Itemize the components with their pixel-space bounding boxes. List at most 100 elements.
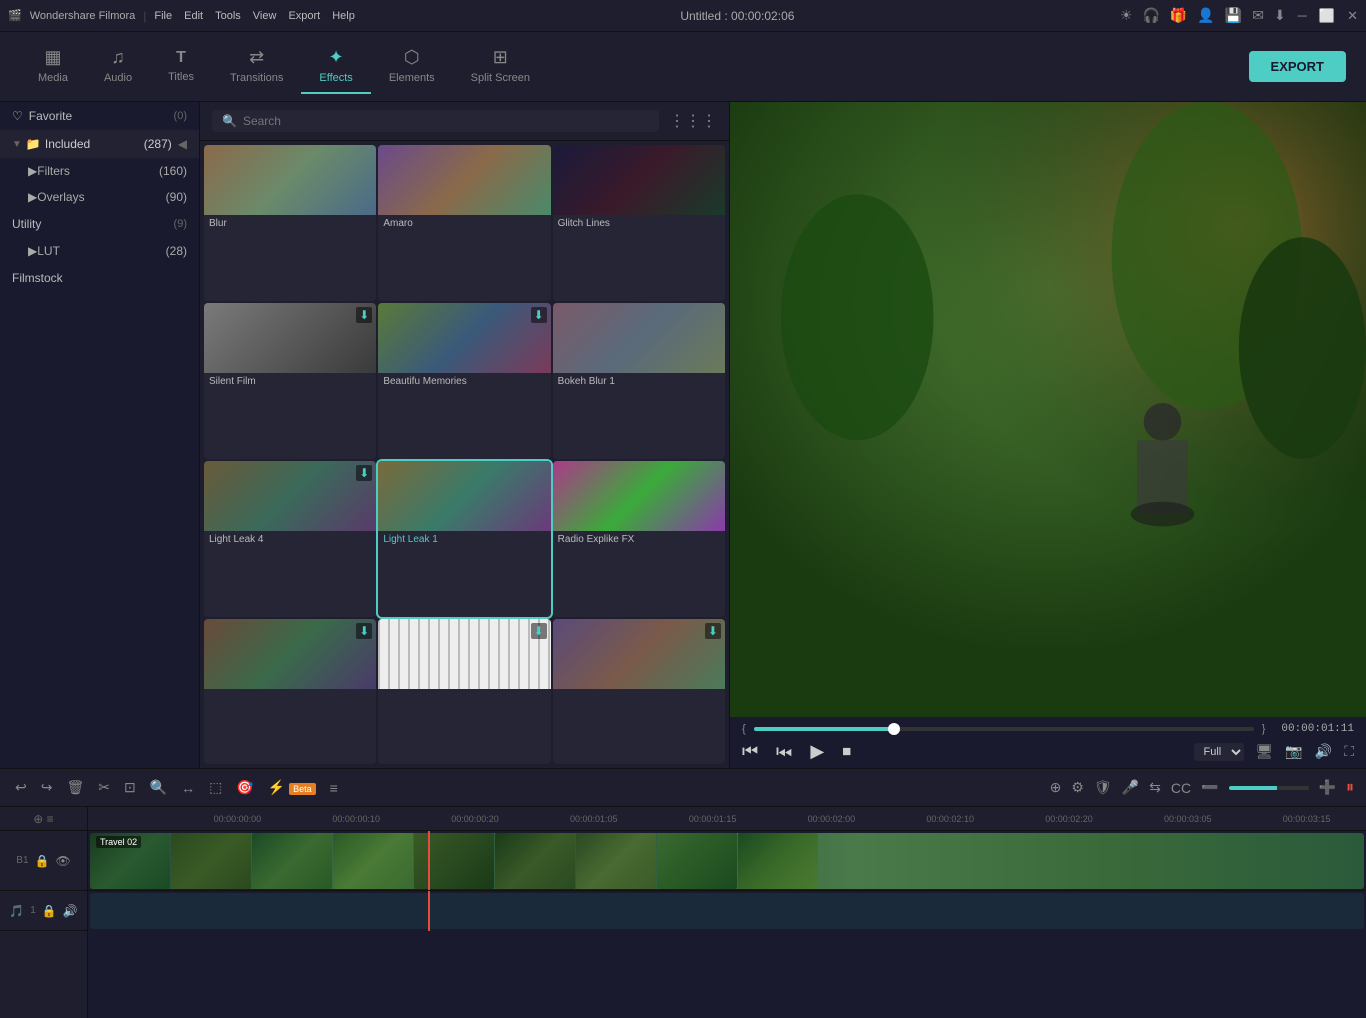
transitions-add-icon[interactable]: ⇆ <box>1149 779 1161 796</box>
effect-row4b[interactable]: ⬇ <box>378 619 550 764</box>
audio-track <box>88 891 1366 931</box>
snap-icon[interactable]: 🎯 <box>233 776 256 799</box>
crop-icon[interactable]: ⊡ <box>121 776 139 799</box>
user-icon[interactable]: 👤 <box>1197 7 1214 24</box>
menu-edit[interactable]: Edit <box>184 10 203 22</box>
caption-icon[interactable]: CC <box>1171 780 1191 796</box>
export-button[interactable]: EXPORT <box>1249 51 1346 82</box>
minus-icon[interactable]: ➖ <box>1201 779 1218 796</box>
mic-icon[interactable]: 🎤 <box>1122 779 1139 796</box>
toolbar-media[interactable]: ▦ Media <box>20 39 86 94</box>
toolbar-transitions[interactable]: ⇄ Transitions <box>212 39 301 94</box>
effect-bokeh[interactable]: Bokeh Blur 1 <box>553 303 725 459</box>
progress-fill <box>754 727 894 731</box>
effect-lightleak1[interactable]: Light Leak 1 <box>378 461 550 617</box>
bracket-left: { <box>742 723 746 735</box>
maximize-button[interactable]: ⬜ <box>1319 8 1335 24</box>
play-button[interactable]: ▶ <box>810 741 824 762</box>
protect-icon[interactable]: 🛡 <box>1094 779 1112 796</box>
timeline-add-track-icon[interactable]: ⊕ ≡ <box>33 812 53 826</box>
gift-icon[interactable]: 🎁 <box>1170 7 1187 24</box>
overlays-label: Overlays <box>37 190 165 204</box>
mail-icon[interactable]: ✉ <box>1252 7 1264 24</box>
effect-blur-thumb <box>204 145 376 215</box>
filters-label: Filters <box>37 164 159 178</box>
audio-lock-icon[interactable]: 🔒 <box>42 904 57 918</box>
audio-volume-icon[interactable]: 🔊 <box>63 904 78 918</box>
toolbar-elements[interactable]: ⬡ Elements <box>371 39 453 94</box>
sidebar-item-filters[interactable]: ▶ Filters (160) <box>0 158 199 184</box>
minimize-button[interactable]: ─ <box>1298 8 1307 24</box>
effect-memories[interactable]: ⬇ Beautifu Memories <box>378 303 550 459</box>
rewind-button[interactable]: ⏮ <box>742 741 758 762</box>
effect-amaro[interactable]: Amaro <box>378 145 550 301</box>
pause-all-icon[interactable]: ⏸ <box>1346 779 1354 797</box>
sidebar-item-favorite[interactable]: ♡ Favorite (0) <box>0 102 199 130</box>
sidebar-item-filmstock[interactable]: Filmstock <box>0 264 199 292</box>
search-box[interactable]: 🔍 <box>212 110 659 132</box>
adjust-icon[interactable]: ≡ <box>327 777 341 799</box>
quality-select[interactable]: Full 1/2 1/4 <box>1194 743 1244 761</box>
effect-blur[interactable]: Blur <box>204 145 376 301</box>
menu-view[interactable]: View <box>253 10 277 22</box>
progress-handle[interactable] <box>888 723 900 735</box>
screenshot-icon[interactable]: 📷 <box>1285 743 1302 760</box>
effect-silent[interactable]: ⬇ Silent Film <box>204 303 376 459</box>
headphone-icon[interactable]: 🎧 <box>1142 7 1159 24</box>
undo-icon[interactable]: ↩ <box>12 776 30 799</box>
rotate-icon[interactable]: ↔ <box>178 777 198 799</box>
save-icon[interactable]: 💾 <box>1225 7 1242 24</box>
stop-button[interactable]: ⏹ <box>842 741 851 762</box>
clip-frame-2 <box>171 833 251 889</box>
zoom-icon[interactable]: 🔍 <box>147 776 170 799</box>
toolbar-splitscreen[interactable]: ⊞ Split Screen <box>453 39 548 94</box>
effect-radio[interactable]: Radio Explike FX <box>553 461 725 617</box>
effect-lightleak4[interactable]: ⬇ Light Leak 4 <box>204 461 376 617</box>
add-track-icon[interactable]: ⊕ <box>1050 779 1062 796</box>
frame-icon[interactable]: ⬚ <box>206 776 225 799</box>
grid-view-icon[interactable]: ⋮⋮⋮ <box>669 111 717 131</box>
track-settings-icon[interactable]: ⚙ <box>1071 779 1084 796</box>
sun-icon[interactable]: ☀ <box>1120 7 1133 24</box>
video-clip[interactable]: Travel 02 <box>90 833 1364 889</box>
audio-clip[interactable] <box>90 893 1364 929</box>
menu-tools[interactable]: Tools <box>215 10 241 22</box>
menu-file[interactable]: File <box>154 10 172 22</box>
effect-lightleak1-label: Light Leak 1 <box>378 531 550 549</box>
redo-icon[interactable]: ↪ <box>38 776 56 799</box>
splitscreen-label: Split Screen <box>471 72 530 84</box>
effect-row4a[interactable]: ⬇ <box>204 619 376 764</box>
sidebar-item-lut[interactable]: ▶ LUT (28) <box>0 238 199 264</box>
effect-row4c[interactable]: ⬇ <box>553 619 725 764</box>
eye-icon[interactable]: 👁 <box>55 854 70 868</box>
toolbar-titles[interactable]: T Titles <box>150 41 212 93</box>
close-button[interactable]: ✕ <box>1347 8 1358 24</box>
sidebar-item-overlays[interactable]: ▶ Overlays (90) <box>0 184 199 210</box>
plus-icon[interactable]: ➕ <box>1319 779 1336 796</box>
sidebar-item-included[interactable]: ▼ 📁 Included (287) ◀ <box>0 130 199 158</box>
preview-display-icon[interactable]: 🖥 <box>1256 743 1274 760</box>
cut-icon[interactable]: ✂ <box>95 776 113 799</box>
progress-bar[interactable] <box>754 727 1254 731</box>
menu-export[interactable]: Export <box>288 10 320 22</box>
fullscreen-icon[interactable]: ⛶ <box>1344 743 1354 760</box>
effects-grid-panel: 🔍 ⋮⋮⋮ Blur Amaro Glitch Lines ⬇ <box>200 102 730 768</box>
zoom-slider[interactable] <box>1229 786 1309 790</box>
search-input[interactable] <box>243 114 649 128</box>
volume-icon[interactable]: 🔊 <box>1315 743 1332 760</box>
split-icon[interactable]: ⚡ Beta <box>265 776 319 799</box>
sidebar-item-utility[interactable]: Utility (9) <box>0 210 199 238</box>
filters-count: (160) <box>159 164 187 178</box>
effect-glitch[interactable]: Glitch Lines <box>553 145 725 301</box>
toolbar-effects[interactable]: ✦ Effects <box>301 39 370 94</box>
toolbar-audio[interactable]: ♫ Audio <box>86 39 150 94</box>
main-content: ♡ Favorite (0) ▼ 📁 Included (287) ◀ ▶ Fi… <box>0 102 1366 768</box>
step-back-button[interactable]: ⏭ <box>776 741 792 762</box>
titles-icon: T <box>176 49 186 67</box>
lock-icon[interactable]: 🔒 <box>35 854 50 868</box>
lut-count: (28) <box>166 244 187 258</box>
delete-icon[interactable]: 🗑 <box>63 776 87 799</box>
video-track: Travel 02 ✂ <box>88 831 1366 891</box>
menu-help[interactable]: Help <box>332 10 355 22</box>
download-icon[interactable]: ⬇ <box>1274 7 1286 24</box>
